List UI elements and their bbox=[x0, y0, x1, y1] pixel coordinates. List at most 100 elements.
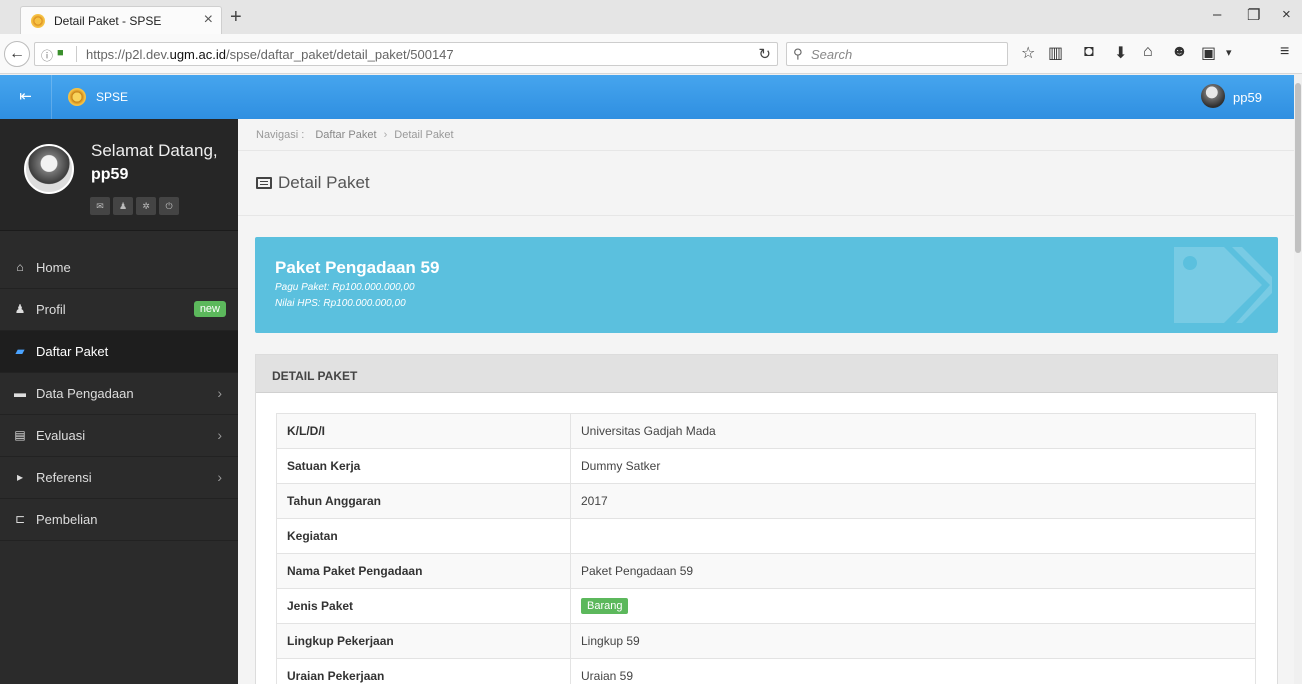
addon-dropdown-icon[interactable]: ▾ bbox=[1226, 46, 1232, 59]
app-header: ⇤ SPSE pp59 bbox=[0, 75, 1294, 119]
chevron-right-icon: › bbox=[217, 469, 222, 485]
sidebar-item-home[interactable]: ⌂ Home bbox=[0, 247, 238, 289]
cart-icon: ⊏ bbox=[14, 512, 26, 526]
detail-panel-title: DETAIL PAKET bbox=[272, 369, 358, 383]
sidebar-toggle-button[interactable]: ⇤ bbox=[0, 75, 52, 119]
breadcrumb-separator: › bbox=[383, 129, 388, 141]
avatar bbox=[24, 144, 74, 194]
url-bar[interactable]: ⓘ ■ https://p2l.dev.ugm.ac.id/spse/dafta… bbox=[34, 42, 778, 66]
url-text[interactable]: https://p2l.dev.ugm.ac.id/spse/daftar_pa… bbox=[86, 47, 454, 62]
sidebar-item-evaluasi[interactable]: ▤ Evaluasi › bbox=[0, 415, 238, 457]
package-pagu: Pagu Paket: Rp100.000.000,00 bbox=[275, 282, 415, 293]
row-value: Barang bbox=[570, 588, 1256, 624]
search-input[interactable]: ⚲ Search bbox=[786, 42, 1008, 66]
chat-icon[interactable]: ☻ bbox=[1171, 43, 1188, 61]
breadcrumb-detail-paket: Detail Paket bbox=[394, 129, 454, 141]
profile-quick-actions: ✉ ♟ ✲ ⏻ bbox=[90, 197, 182, 215]
power-icon[interactable]: ⏻ bbox=[159, 197, 179, 215]
spse-logo-icon bbox=[68, 88, 86, 106]
tags-icon bbox=[1174, 247, 1272, 323]
sidebar: Selamat Datang, pp59 ✉ ♟ ✲ ⏻ ⌂ Home ♟ Pr… bbox=[0, 119, 238, 684]
detail-panel: DETAIL PAKET K/L/D/I Universitas Gadjah … bbox=[255, 354, 1278, 684]
sidebar-item-data-pengadaan[interactable]: ▬ Data Pengadaan › bbox=[0, 373, 238, 415]
row-key: Kegiatan bbox=[276, 518, 571, 554]
sidebar-item-daftar-paket[interactable]: ▰ Daftar Paket bbox=[0, 331, 238, 373]
profile-box: Selamat Datang, pp59 ✉ ♟ ✲ ⏻ bbox=[0, 119, 238, 231]
book-icon: ▰ bbox=[15, 344, 25, 358]
brand-name[interactable]: SPSE bbox=[96, 90, 128, 104]
sidebar-item-label: Evaluasi bbox=[36, 428, 86, 443]
tab-title: Detail Paket - SPSE bbox=[54, 14, 162, 28]
browser-tab-bar: Detail Paket - SPSE × + – ❐ × bbox=[0, 0, 1302, 34]
search-placeholder: Search bbox=[811, 47, 853, 62]
table-row: Jenis Paket Barang bbox=[276, 588, 1256, 624]
chevron-right-icon: › bbox=[217, 427, 222, 443]
back-button[interactable]: ← bbox=[4, 41, 30, 67]
row-value: Universitas Gadjah Mada bbox=[570, 413, 1256, 449]
row-value: Uraian 59 bbox=[570, 658, 1256, 684]
briefcase-icon: ▬ bbox=[14, 386, 26, 400]
row-value: Lingkup 59 bbox=[570, 623, 1256, 659]
row-key: Uraian Pekerjaan bbox=[276, 658, 571, 684]
page-title: Detail Paket bbox=[278, 173, 370, 192]
row-value: Dummy Satker bbox=[570, 448, 1256, 484]
pocket-icon[interactable]: ◘ bbox=[1084, 43, 1094, 61]
row-value: Paket Pengadaan 59 bbox=[570, 553, 1256, 589]
header-username[interactable]: pp59 bbox=[1233, 90, 1262, 105]
window-close-icon[interactable]: × bbox=[1282, 6, 1291, 23]
page-scrollbar[interactable] bbox=[1294, 75, 1302, 684]
sidebar-menu: ⌂ Home ♟ Profil new ▰ Daftar Paket ▬ Dat… bbox=[0, 247, 238, 541]
package-summary-panel: Paket Pengadaan 59 Pagu Paket: Rp100.000… bbox=[255, 237, 1278, 333]
gear-icon[interactable]: ✲ bbox=[136, 197, 156, 215]
table-row: Tahun Anggaran 2017 bbox=[276, 483, 1256, 519]
table-row: Nama Paket Pengadaan Paket Pengadaan 59 bbox=[276, 553, 1256, 589]
addon-icon[interactable]: ▣ bbox=[1201, 43, 1216, 63]
detail-panel-header: DETAIL PAKET bbox=[256, 355, 1277, 393]
scrollbar-thumb[interactable] bbox=[1295, 83, 1301, 253]
browser-tab[interactable]: Detail Paket - SPSE × bbox=[20, 6, 222, 34]
home-icon: ⌂ bbox=[16, 260, 24, 274]
lock-icon[interactable]: ■ bbox=[57, 47, 64, 59]
minimize-icon[interactable]: – bbox=[1213, 6, 1221, 23]
site-info-icon[interactable]: ⓘ bbox=[41, 47, 53, 64]
sidebar-item-profil[interactable]: ♟ Profil new bbox=[0, 289, 238, 331]
sidebar-item-label: Referensi bbox=[36, 470, 92, 485]
jenis-paket-badge: Barang bbox=[581, 598, 629, 614]
package-hps: Nilai HPS: Rp100.000.000,00 bbox=[275, 298, 406, 309]
download-icon[interactable]: ⬇ bbox=[1114, 43, 1127, 63]
reading-list-icon[interactable]: ▥ bbox=[1048, 43, 1063, 63]
user-icon[interactable]: ♟ bbox=[113, 197, 133, 215]
menu-icon[interactable]: ≡ bbox=[1280, 43, 1289, 61]
row-key: K/L/D/I bbox=[276, 413, 571, 449]
list-alt-icon bbox=[256, 177, 272, 189]
url-separator bbox=[76, 46, 77, 62]
sidebar-item-label: Daftar Paket bbox=[36, 344, 109, 359]
table-row: Uraian Pekerjaan Uraian 59 bbox=[276, 658, 1256, 684]
sidebar-item-label: Pembelian bbox=[36, 512, 98, 527]
user-icon: ♟ bbox=[14, 302, 26, 316]
home-icon[interactable]: ⌂ bbox=[1143, 43, 1153, 61]
table-row: Satuan Kerja Dummy Satker bbox=[276, 448, 1256, 484]
row-key: Lingkup Pekerjaan bbox=[276, 623, 571, 659]
mail-icon[interactable]: ✉ bbox=[90, 197, 110, 215]
row-value: 2017 bbox=[570, 483, 1256, 519]
detail-table: K/L/D/I Universitas Gadjah Mada Satuan K… bbox=[276, 413, 1256, 684]
restore-icon[interactable]: ❐ bbox=[1247, 6, 1260, 24]
table-row: Kegiatan bbox=[276, 518, 1256, 554]
breadcrumb-daftar-paket[interactable]: Daftar Paket bbox=[315, 129, 376, 141]
reload-icon[interactable]: ↻ bbox=[758, 45, 771, 63]
sidebar-username: pp59 bbox=[91, 166, 129, 183]
close-tab-icon[interactable]: × bbox=[204, 11, 213, 29]
header-avatar[interactable] bbox=[1201, 84, 1225, 108]
star-icon[interactable]: ☆ bbox=[1021, 43, 1035, 63]
sidebar-item-pembelian[interactable]: ⊏ Pembelian bbox=[0, 499, 238, 541]
caret-right-icon: ▸ bbox=[16, 470, 24, 484]
row-key: Nama Paket Pengadaan bbox=[276, 553, 571, 589]
welcome-text: Selamat Datang, bbox=[91, 141, 218, 160]
sidebar-item-referensi[interactable]: ▸ Referensi › bbox=[0, 457, 238, 499]
main-content: Navigasi : Daftar Paket › Detail Paket D… bbox=[238, 119, 1294, 684]
search-icon: ⚲ bbox=[793, 46, 803, 61]
chevron-right-icon: › bbox=[217, 385, 222, 401]
new-tab-button[interactable]: + bbox=[230, 6, 242, 29]
title-bar: Detail Paket bbox=[238, 150, 1294, 216]
